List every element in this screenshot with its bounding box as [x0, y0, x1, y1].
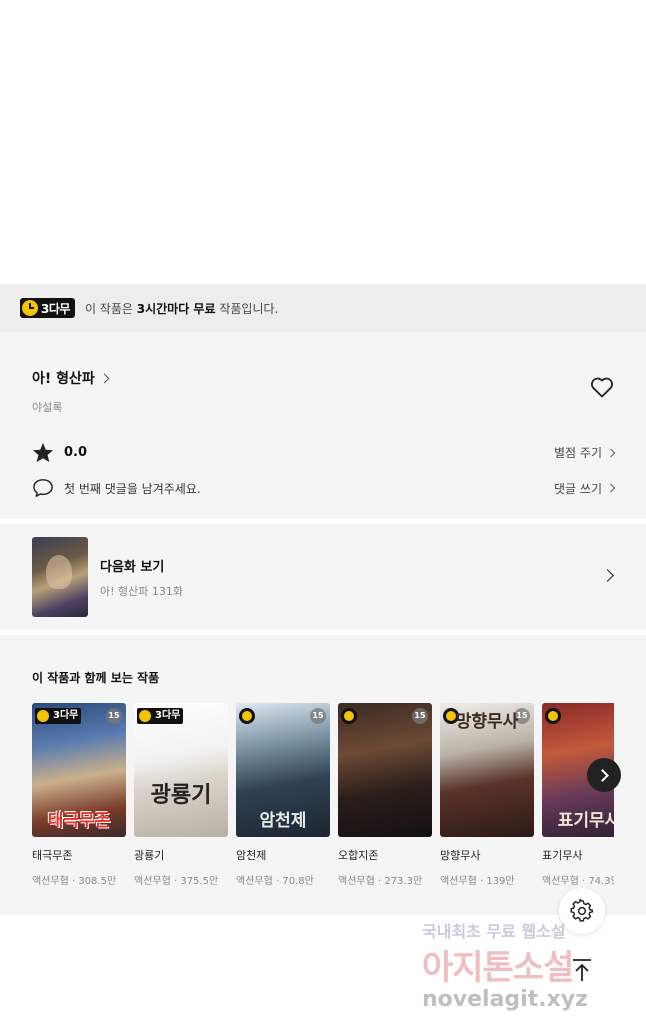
chevron-right-icon — [601, 569, 614, 582]
recommendation-title: 광룡기 — [134, 849, 165, 862]
recommendation-meta: 액션무협 · 273.3만 — [338, 876, 423, 887]
comment-row: 첫 번째 댓글을 남겨주세요. 댓글 쓰기 — [32, 478, 616, 498]
cover-title-art: 망향무사 — [455, 712, 519, 732]
site-watermark: 국내최초 무료 웹소설 아지톤소설 novelagit.xyz — [422, 918, 622, 1012]
next-episode-title: 다음화 보기 — [100, 559, 165, 575]
chevron-right-icon — [595, 768, 609, 782]
star-icon — [32, 442, 54, 463]
cover-title-art: 태극무존 — [47, 811, 111, 831]
rate-button[interactable]: 별점 주기 — [554, 444, 616, 461]
recommendation-meta: 액션무협 · 70.8만 — [236, 876, 314, 887]
work-title: 아! 형산파 — [32, 371, 95, 387]
work-title-link[interactable]: 아! 형산파 — [32, 368, 614, 388]
recommendations-section: 이 작품과 함께 보는 작품 3다무 15 태극무존 태극무존 액션무협 · 3… — [0, 635, 646, 915]
next-episode-row[interactable]: 다음화 보기 아! 형산파 131화 — [0, 524, 646, 630]
notice-text: 이 작품은 3시간마다 무료 작품입니다. — [85, 300, 278, 317]
recommendation-cover: 15 망향무사 — [440, 703, 534, 837]
free-notice-bar: 3다무 이 작품은 3시간마다 무료 작품입니다. — [0, 284, 646, 332]
recommendation-title: 표기무사 — [542, 849, 583, 862]
recommendation-card[interactable]: 표기무사 표기무사 액션무협 · 74.3만 — [542, 703, 614, 887]
next-episode-thumbnail — [32, 537, 88, 617]
chevron-right-icon — [606, 448, 616, 457]
three-hour-free-badge: 3다무 — [20, 298, 75, 318]
age-15-badge: 15 — [310, 708, 326, 724]
speech-bubble-icon — [33, 479, 53, 497]
cover-title-art: 암천제 — [259, 811, 307, 831]
recommendation-card[interactable]: 15 암천제 암천제 액션무협 · 70.8만 — [236, 703, 330, 887]
clock-icon — [239, 708, 255, 724]
recommendation-title: 망향무사 — [440, 849, 481, 862]
badge-label: 3다무 — [41, 301, 70, 316]
clock-icon — [545, 708, 561, 724]
heart-icon[interactable] — [590, 376, 614, 398]
recommendation-meta: 액션무협 · 375.5만 — [134, 876, 219, 887]
three-hour-free-badge: 3다무 — [137, 708, 184, 724]
recommendation-title: 오합지존 — [338, 849, 379, 862]
rating-row: 0.0 별점 주기 — [32, 442, 616, 463]
notice-bold: 3시간마다 무료 — [136, 301, 216, 316]
watermark-tagline: 국내최초 무료 웹소설 — [422, 922, 566, 941]
work-author: 야설록 — [32, 401, 63, 414]
write-comment-button[interactable]: 댓글 쓰기 — [554, 480, 616, 497]
three-hour-free-badge: 3다무 — [35, 708, 82, 724]
comment-prompt: 첫 번째 댓글을 남겨주세요. — [64, 481, 201, 496]
rate-button-label: 별점 주기 — [554, 446, 602, 460]
rating-value: 0.0 — [64, 445, 88, 460]
recommendations-carousel: 3다무 15 태극무존 태극무존 액션무협 · 308.5만 3다무 광룡기 광… — [32, 703, 614, 887]
carousel-next-button[interactable] — [587, 758, 621, 792]
recommendation-card[interactable]: 15 오합지존 액션무협 · 273.3만 — [338, 703, 432, 887]
recommendation-cover: 3다무 광룡기 — [134, 703, 228, 837]
recommendation-meta: 액션무협 · 74.3만 — [542, 876, 614, 887]
next-episode-subtitle: 아! 형산파 131화 — [100, 584, 183, 598]
recommendations-heading: 이 작품과 함께 보는 작품 — [32, 671, 160, 685]
recommendation-title: 암천제 — [236, 849, 267, 862]
recommendation-card[interactable]: 15 망향무사 망향무사 액션무협 · 139만 — [440, 703, 534, 887]
content-blank-area — [0, 0, 646, 284]
work-info-panel: 아! 형산파 야설록 0.0 별점 주기 첫 번째 댓글을 남겨주세요. 댓글 … — [0, 332, 646, 519]
recommendation-card[interactable]: 3다무 광룡기 광룡기 액션무협 · 375.5만 — [134, 703, 228, 887]
notice-suffix: 작품입니다. — [215, 301, 279, 316]
age-15-badge: 15 — [412, 708, 428, 724]
recommendation-cover: 15 — [338, 703, 432, 837]
write-comment-label: 댓글 쓰기 — [554, 481, 602, 496]
clock-icon — [22, 300, 38, 316]
recommendation-card[interactable]: 3다무 15 태극무존 태극무존 액션무협 · 308.5만 — [32, 703, 126, 887]
recommendation-title: 태극무존 — [32, 849, 73, 862]
watermark-brand: 아지톤소설 — [422, 948, 574, 988]
recommendation-meta: 액션무협 · 308.5만 — [32, 876, 117, 887]
recommendation-meta: 액션무협 · 139만 — [440, 876, 515, 887]
cover-title-art: 광룡기 — [150, 783, 212, 808]
chevron-right-icon — [99, 373, 110, 383]
chevron-right-icon — [606, 483, 616, 493]
age-15-badge: 15 — [106, 708, 122, 724]
notice-prefix: 이 작품은 — [84, 301, 137, 316]
cover-title-art: 표기무사 — [557, 811, 614, 831]
watermark-domain: novelagit.xyz — [422, 987, 588, 1012]
recommendation-cover: 3다무 15 태극무존 — [32, 703, 126, 837]
clock-icon — [341, 708, 357, 724]
recommendation-cover: 15 암천제 — [236, 703, 330, 837]
